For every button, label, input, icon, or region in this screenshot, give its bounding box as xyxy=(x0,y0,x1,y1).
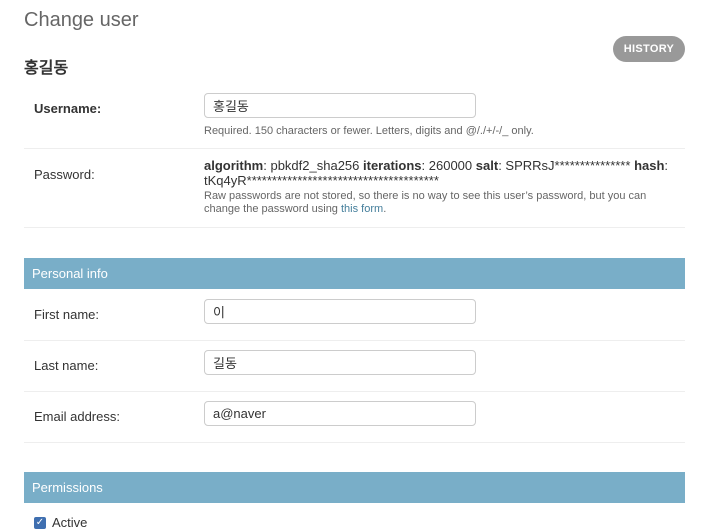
email-label: Email address: xyxy=(34,409,120,424)
first-name-row: First name: xyxy=(24,289,685,341)
personal-info-heading: Personal info xyxy=(24,258,685,289)
password-help-end: . xyxy=(383,203,387,215)
page-title: Change user xyxy=(24,9,139,31)
password-hash-summary: algorithm: pbkdf2_sha256 iterations: 260… xyxy=(204,158,669,188)
username-help: Required. 150 characters or fewer. Lette… xyxy=(204,125,534,137)
password-help: Raw passwords are not stored, so there i… xyxy=(204,190,654,216)
username-row: Username: Required. 150 characters or fe… xyxy=(24,82,685,149)
email-row: Email address: xyxy=(24,391,685,443)
password-row: Password: algorithm: pbkdf2_sha256 itera… xyxy=(24,148,685,228)
checkmark-icon: ✓ xyxy=(35,516,45,528)
username-input[interactable] xyxy=(204,93,476,118)
iterations-value: 260000 xyxy=(428,158,473,173)
password-help-text: Raw passwords are not stored, so there i… xyxy=(204,190,647,215)
first-name-input[interactable] xyxy=(204,299,476,324)
algorithm-value: pbkdf2_sha256 xyxy=(270,158,360,173)
algorithm-key: algorithm xyxy=(204,158,264,173)
history-button[interactable]: HISTORY xyxy=(613,36,685,62)
hash-value: tKq4yR**********************************… xyxy=(204,173,439,188)
salt-value: SPRRsJ*************** xyxy=(505,158,631,173)
object-title: 홍길동 xyxy=(24,60,69,77)
active-checkbox[interactable]: ✓ xyxy=(34,516,46,529)
username-label: Username: xyxy=(34,101,102,116)
last-name-input[interactable] xyxy=(204,350,476,375)
email-input[interactable] xyxy=(204,401,476,426)
last-name-label: Last name: xyxy=(34,358,99,373)
password-change-link[interactable]: this form xyxy=(341,203,383,215)
hash-key: hash xyxy=(634,158,665,173)
salt-key: salt xyxy=(475,158,499,173)
password-label: Password: xyxy=(34,167,95,182)
first-name-label: First name: xyxy=(34,307,100,322)
permissions-heading: Permissions xyxy=(24,472,685,503)
last-name-row: Last name: xyxy=(24,340,685,392)
iterations-key: iterations xyxy=(363,158,422,173)
